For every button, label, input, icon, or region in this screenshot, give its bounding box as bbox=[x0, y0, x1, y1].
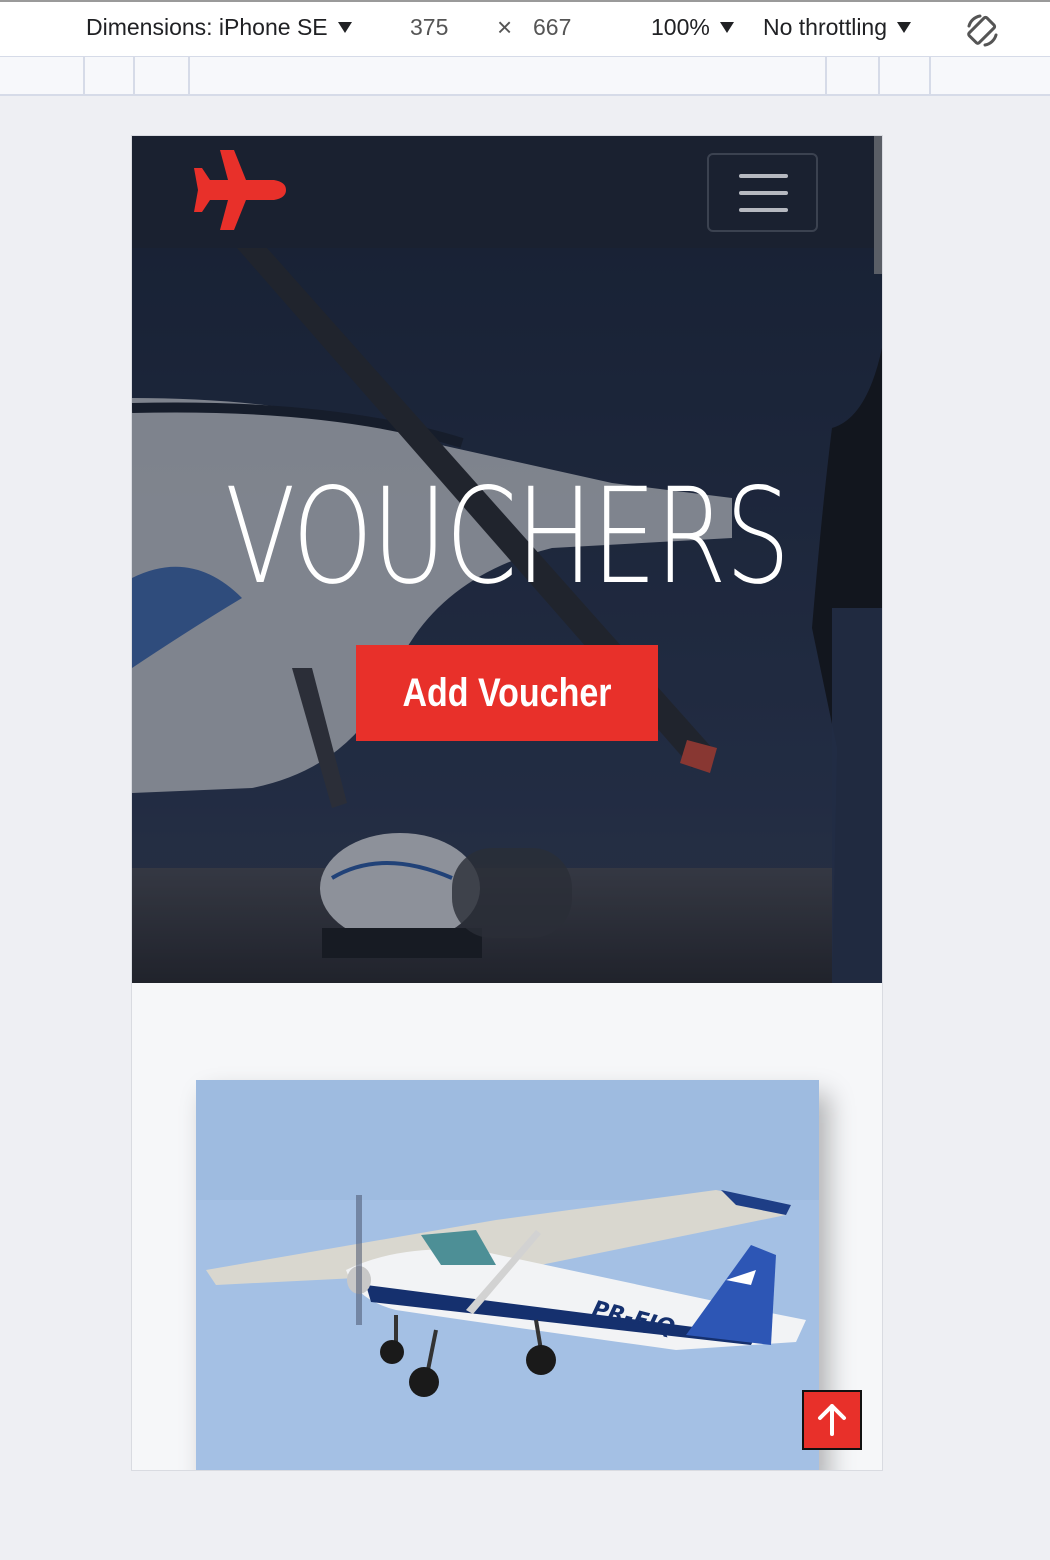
throttling-select[interactable]: No throttling bbox=[763, 14, 912, 41]
width-input[interactable]: 375 bbox=[410, 14, 448, 41]
voucher-card[interactable]: PR-EJQ bbox=[196, 1080, 819, 1470]
media-query-segment[interactable] bbox=[188, 57, 190, 95]
add-voucher-button[interactable]: Add Voucher bbox=[356, 645, 658, 741]
media-query-segment[interactable] bbox=[133, 57, 135, 95]
media-query-segment[interactable] bbox=[825, 57, 827, 95]
voucher-list: PR-EJQ bbox=[132, 983, 882, 1470]
add-voucher-label: Add Voucher bbox=[402, 670, 612, 715]
airplane-photo: PR-EJQ bbox=[196, 1080, 819, 1470]
media-query-segment[interactable] bbox=[878, 57, 880, 95]
hamburger-line bbox=[739, 174, 788, 178]
hero-section: VOUCHERS Add Voucher bbox=[132, 248, 882, 983]
navbar bbox=[132, 136, 882, 248]
hamburger-line bbox=[739, 191, 788, 195]
media-query-segment[interactable] bbox=[83, 57, 85, 95]
chevron-down-icon bbox=[337, 22, 352, 33]
device-label: Dimensions: iPhone SE bbox=[86, 14, 328, 40]
device-select[interactable]: Dimensions: iPhone SE bbox=[86, 14, 352, 41]
chevron-down-icon bbox=[719, 22, 734, 33]
back-to-top-button[interactable] bbox=[802, 1390, 862, 1450]
chevron-down-icon bbox=[897, 22, 912, 33]
media-query-segment[interactable] bbox=[929, 57, 931, 95]
device-viewport: VOUCHERS Add Voucher PR-EJQ bbox=[131, 135, 883, 1471]
arrow-up-icon bbox=[818, 1404, 846, 1436]
hamburger-line bbox=[739, 208, 788, 212]
airplane-icon[interactable] bbox=[192, 150, 286, 234]
zoom-label: 100% bbox=[651, 14, 710, 40]
hamburger-icon[interactable] bbox=[707, 153, 818, 232]
hero-background-image bbox=[132, 248, 882, 983]
throttling-label: No throttling bbox=[763, 14, 888, 40]
height-input[interactable]: 667 bbox=[533, 14, 571, 41]
page-title: VOUCHERS bbox=[225, 460, 790, 614]
media-query-bar bbox=[0, 56, 1050, 96]
zoom-select[interactable]: 100% bbox=[651, 14, 734, 41]
rotate-icon[interactable] bbox=[964, 12, 1002, 50]
times-icon: × bbox=[497, 12, 513, 42]
devtools-toolbar: Dimensions: iPhone SE 375 × 667 100% No … bbox=[0, 0, 1050, 56]
scrollbar-thumb[interactable] bbox=[874, 136, 882, 274]
